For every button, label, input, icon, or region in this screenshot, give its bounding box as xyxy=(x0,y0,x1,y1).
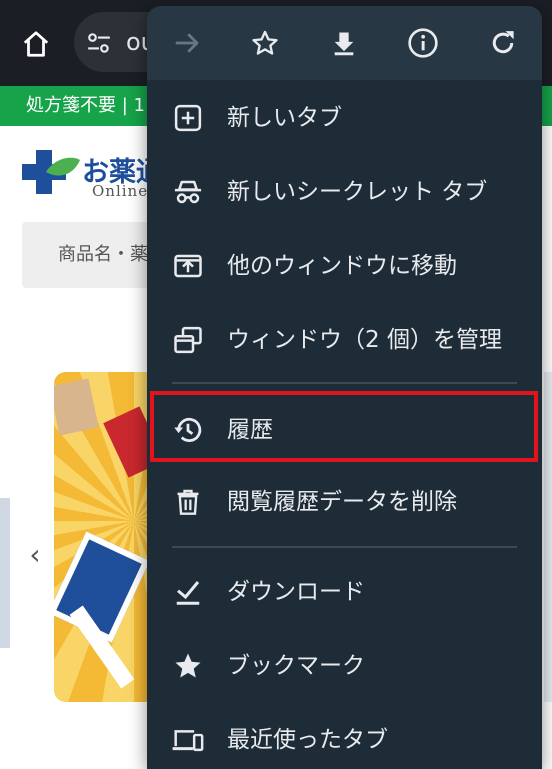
menu-item-label: ブックマーク xyxy=(227,653,365,679)
carousel-prev-button[interactable]: ‹ xyxy=(20,535,50,575)
browser-overflow-menu: 新しいタブ 新しいシークレット タブ 他のウィンドウに移動 ウィンドウ（2 個）… xyxy=(147,6,542,769)
logo-subtext: Online xyxy=(92,182,149,200)
menu-toolbar xyxy=(147,6,542,80)
download-page-button[interactable] xyxy=(322,21,366,65)
home-button[interactable] xyxy=(14,22,58,66)
forward-button[interactable] xyxy=(165,21,209,65)
history-highlight-box xyxy=(150,391,538,462)
menu-item-recent-tabs[interactable]: 最近使ったタブ xyxy=(147,710,542,769)
menu-divider xyxy=(172,382,517,384)
reload-button[interactable] xyxy=(481,21,525,65)
menu-item-move-to-window[interactable]: 他のウィンドウに移動 xyxy=(147,236,542,296)
refresh-icon xyxy=(492,31,514,54)
menu-item-label: 新しいシークレット タブ xyxy=(227,179,488,205)
downloads-check-icon xyxy=(172,576,204,608)
menu-item-label: 閲覧履歴データを削除 xyxy=(227,489,457,515)
bookmark-star-button[interactable] xyxy=(243,21,287,65)
tune-icon[interactable] xyxy=(86,30,112,60)
info-icon xyxy=(408,28,438,58)
menu-item-new-tab[interactable]: 新しいタブ xyxy=(147,88,542,148)
menu-item-label: ダウンロード xyxy=(227,579,365,605)
trash-icon xyxy=(172,486,204,518)
menu-item-label: 他のウィンドウに移動 xyxy=(227,253,457,279)
menu-item-label: 最近使ったタブ xyxy=(227,727,388,753)
menu-item-label: 新しいタブ xyxy=(227,105,342,131)
home-icon xyxy=(23,31,49,57)
menu-item-bookmarks[interactable]: ブックマーク xyxy=(147,636,542,696)
star-filled-icon xyxy=(172,650,204,682)
site-logo[interactable] xyxy=(22,150,82,194)
menu-item-downloads[interactable]: ダウンロード xyxy=(147,562,542,622)
carousel-adjacent-slide xyxy=(0,498,10,648)
menu-item-label: ウィンドウ（2 個）を管理 xyxy=(227,327,502,353)
incognito-icon xyxy=(172,176,204,208)
recent-tabs-icon xyxy=(172,724,204,756)
cross-logo-icon xyxy=(22,150,80,194)
new-tab-icon xyxy=(172,102,204,134)
download-icon xyxy=(334,32,354,56)
menu-item-new-incognito-tab[interactable]: 新しいシークレット タブ xyxy=(147,162,542,222)
manage-windows-icon xyxy=(172,324,204,356)
menu-item-manage-windows[interactable]: ウィンドウ（2 個）を管理 xyxy=(147,310,542,370)
page-info-button[interactable] xyxy=(401,21,445,65)
star-outline-icon xyxy=(252,30,278,55)
carousel-adjacent-slide-right xyxy=(544,372,552,702)
menu-divider xyxy=(172,546,517,548)
arrow-forward-icon xyxy=(175,33,199,53)
move-to-window-icon xyxy=(172,250,204,282)
menu-item-clear-browsing-data[interactable]: 閲覧履歴データを削除 xyxy=(147,472,542,532)
